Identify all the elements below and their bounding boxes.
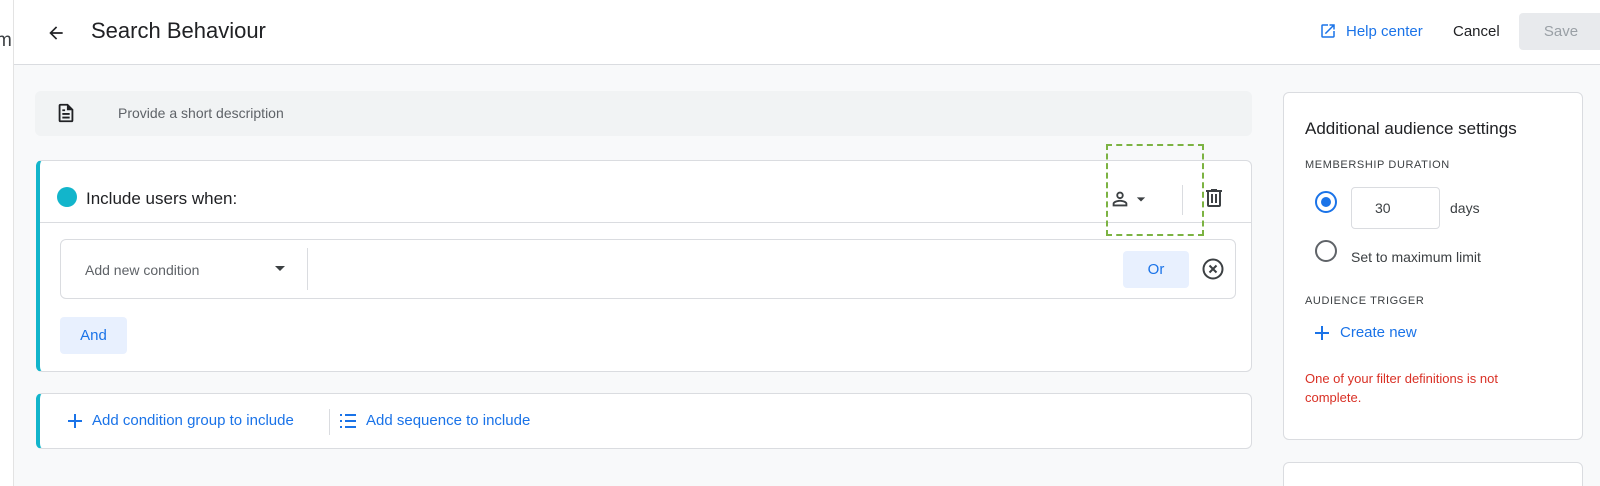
add-bar-divider (329, 409, 330, 435)
secondary-panel (1283, 462, 1583, 486)
add-condition-group-button[interactable]: Add condition group to include (68, 412, 294, 429)
create-new-label: Create new (1340, 324, 1417, 341)
person-icon (1112, 191, 1128, 207)
page-title: Search Behaviour (91, 18, 266, 43)
cancel-button[interactable]: Cancel (1453, 23, 1500, 40)
add-condition-group-label: Add condition group to include (92, 412, 294, 429)
background-window-edge: m (0, 0, 14, 486)
help-center-link[interactable]: Help center (1319, 22, 1423, 40)
condition-select[interactable]: Add new condition (61, 240, 307, 298)
max-limit-label: Set to maximum limit (1351, 249, 1481, 265)
error-message: One of your filter definitions is not co… (1305, 371, 1498, 405)
back-button[interactable] (42, 19, 70, 47)
delete-group-button[interactable] (1202, 186, 1226, 215)
close-circle-icon (1202, 258, 1224, 280)
header-bar: Search Behaviour Help center Cancel Save (14, 0, 1600, 65)
audience-settings-panel: Additional audience settings MEMBERSHIP … (1283, 92, 1583, 440)
add-include-bar: Add condition group to include Add seque… (36, 393, 1252, 449)
trash-icon (1206, 189, 1222, 207)
condition-divider (307, 248, 308, 290)
description-placeholder: Provide a short description (118, 105, 284, 121)
scope-selector-button[interactable] (1109, 188, 1151, 210)
condition-row: Add new condition Or (60, 239, 1236, 299)
include-users-label: Include users when: (86, 189, 238, 208)
duration-days-input[interactable]: 30 (1351, 187, 1440, 229)
max-limit-radio[interactable] (1315, 240, 1337, 262)
arrow-back-icon (49, 26, 63, 40)
settings-title: Additional audience settings (1305, 119, 1517, 138)
include-condition-group: Include users when: Add new condition Or… (36, 160, 1252, 372)
membership-duration-label: MEMBERSHIP DURATION (1305, 159, 1450, 171)
plus-icon (68, 413, 82, 428)
open-in-new-icon (1321, 24, 1335, 38)
condition-group-header: Include users when: (40, 161, 1251, 223)
create-trigger-button[interactable]: Create new (1315, 324, 1417, 341)
description-field[interactable]: Provide a short description (35, 91, 1252, 136)
dropdown-arrow-icon (1136, 197, 1146, 202)
add-sequence-button[interactable]: Add sequence to include (340, 412, 530, 429)
chevron-down-icon (275, 266, 285, 271)
days-unit-label: days (1450, 200, 1480, 216)
sequence-list-icon (340, 413, 356, 428)
remove-condition-button[interactable] (1201, 257, 1225, 286)
help-center-label: Help center (1346, 22, 1423, 40)
save-button[interactable]: Save (1519, 13, 1600, 50)
condition-placeholder: Add new condition (85, 262, 200, 278)
duration-days-radio[interactable] (1315, 191, 1337, 213)
document-icon (58, 103, 74, 123)
audience-trigger-label: AUDIENCE TRIGGER (1305, 295, 1425, 307)
plus-icon (1315, 325, 1329, 340)
add-sequence-label: Add sequence to include (366, 412, 531, 429)
group-color-dot (57, 187, 77, 207)
header-divider (1182, 185, 1183, 215)
audience-editor-page: Search Behaviour Help center Cancel Save… (14, 0, 1600, 486)
or-button[interactable]: Or (1123, 251, 1189, 288)
background-window-text: m (0, 30, 12, 52)
and-button[interactable]: And (60, 317, 127, 354)
